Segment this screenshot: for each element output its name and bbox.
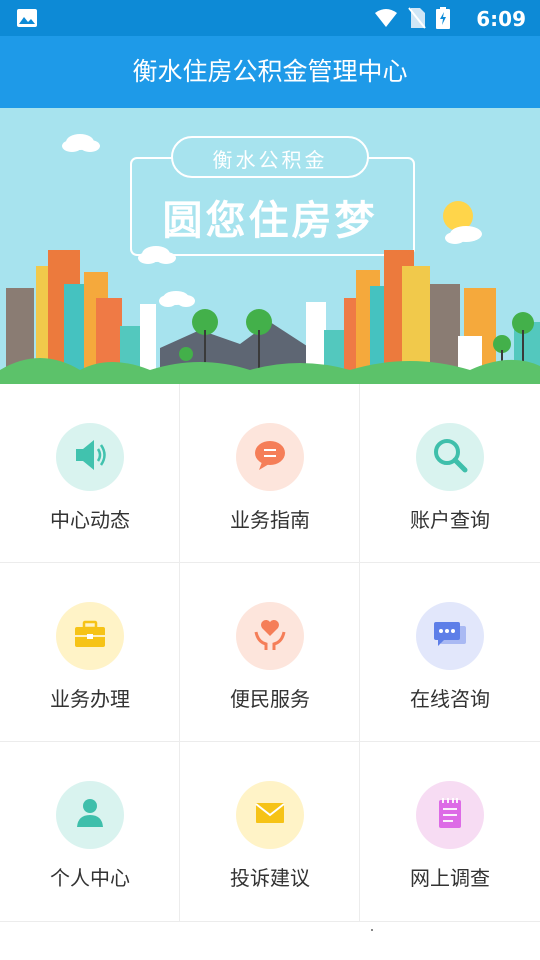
menu-item-news[interactable]: 中心动态 — [0, 384, 180, 563]
menu-icon-circle — [416, 423, 484, 491]
menu-label: 在线咨询 — [410, 687, 490, 711]
envelope-icon — [250, 793, 290, 837]
battery-charging-icon — [436, 7, 450, 33]
app-title-bar: 衡水住房公积金管理中心 — [0, 36, 540, 108]
menu-icon-circle — [56, 602, 124, 670]
page-indicator-dot — [371, 929, 373, 931]
chat-bubble-icon — [250, 435, 290, 479]
search-icon — [430, 435, 470, 479]
menu-label: 业务办理 — [50, 687, 130, 711]
menu-icon-circle — [236, 602, 304, 670]
menu-label: 网上调查 — [410, 866, 490, 890]
menu-item-online-consult[interactable]: 在线咨询 — [360, 563, 540, 742]
page-title: 衡水住房公积金管理中心 — [132, 57, 408, 86]
status-bar: 6:09 — [0, 0, 540, 36]
menu-item-services[interactable]: 便民服务 — [180, 563, 360, 742]
menu-label: 投诉建议 — [230, 866, 310, 890]
menu-item-survey[interactable]: 网上调查 — [360, 742, 540, 922]
menu-icon-circle — [236, 781, 304, 849]
menu-item-account-query[interactable]: 账户查询 — [360, 384, 540, 563]
menu-icon-circle — [416, 781, 484, 849]
menu-icon-circle — [416, 602, 484, 670]
menu-icon-circle — [56, 423, 124, 491]
briefcase-icon — [70, 614, 110, 658]
menu-item-complaints[interactable]: 投诉建议 — [180, 742, 360, 922]
message-icon — [430, 614, 470, 658]
banner[interactable]: 衡水公积金 圆您住房梦 — [0, 108, 540, 384]
banner-slogan: 圆您住房梦 — [162, 198, 378, 244]
menu-label: 中心动态 — [50, 508, 130, 532]
menu-item-business[interactable]: 业务办理 — [0, 563, 180, 742]
heart-hands-icon — [250, 614, 290, 658]
clock: 6:09 — [476, 7, 526, 31]
menu-icon-circle — [236, 423, 304, 491]
menu-label: 便民服务 — [230, 687, 310, 711]
menu-icon-circle — [56, 781, 124, 849]
notepad-icon — [430, 793, 470, 837]
gallery-icon — [16, 8, 38, 32]
menu-item-personal-center[interactable]: 个人中心 — [0, 742, 180, 922]
menu-label: 个人中心 — [50, 866, 130, 890]
no-sim-icon — [408, 7, 426, 33]
person-icon — [70, 793, 110, 837]
wifi-icon — [374, 8, 398, 32]
menu-item-guide[interactable]: 业务指南 — [180, 384, 360, 563]
menu-label: 账户查询 — [410, 508, 490, 532]
menu-label: 业务指南 — [230, 508, 310, 532]
speaker-icon — [70, 435, 110, 479]
banner-subtitle: 衡水公积金 — [212, 148, 328, 172]
menu-grid: 中心动态 业务指南 账户查询 业务办理 便民服务 在线咨询 个人中心 投诉建议 … — [0, 384, 540, 922]
